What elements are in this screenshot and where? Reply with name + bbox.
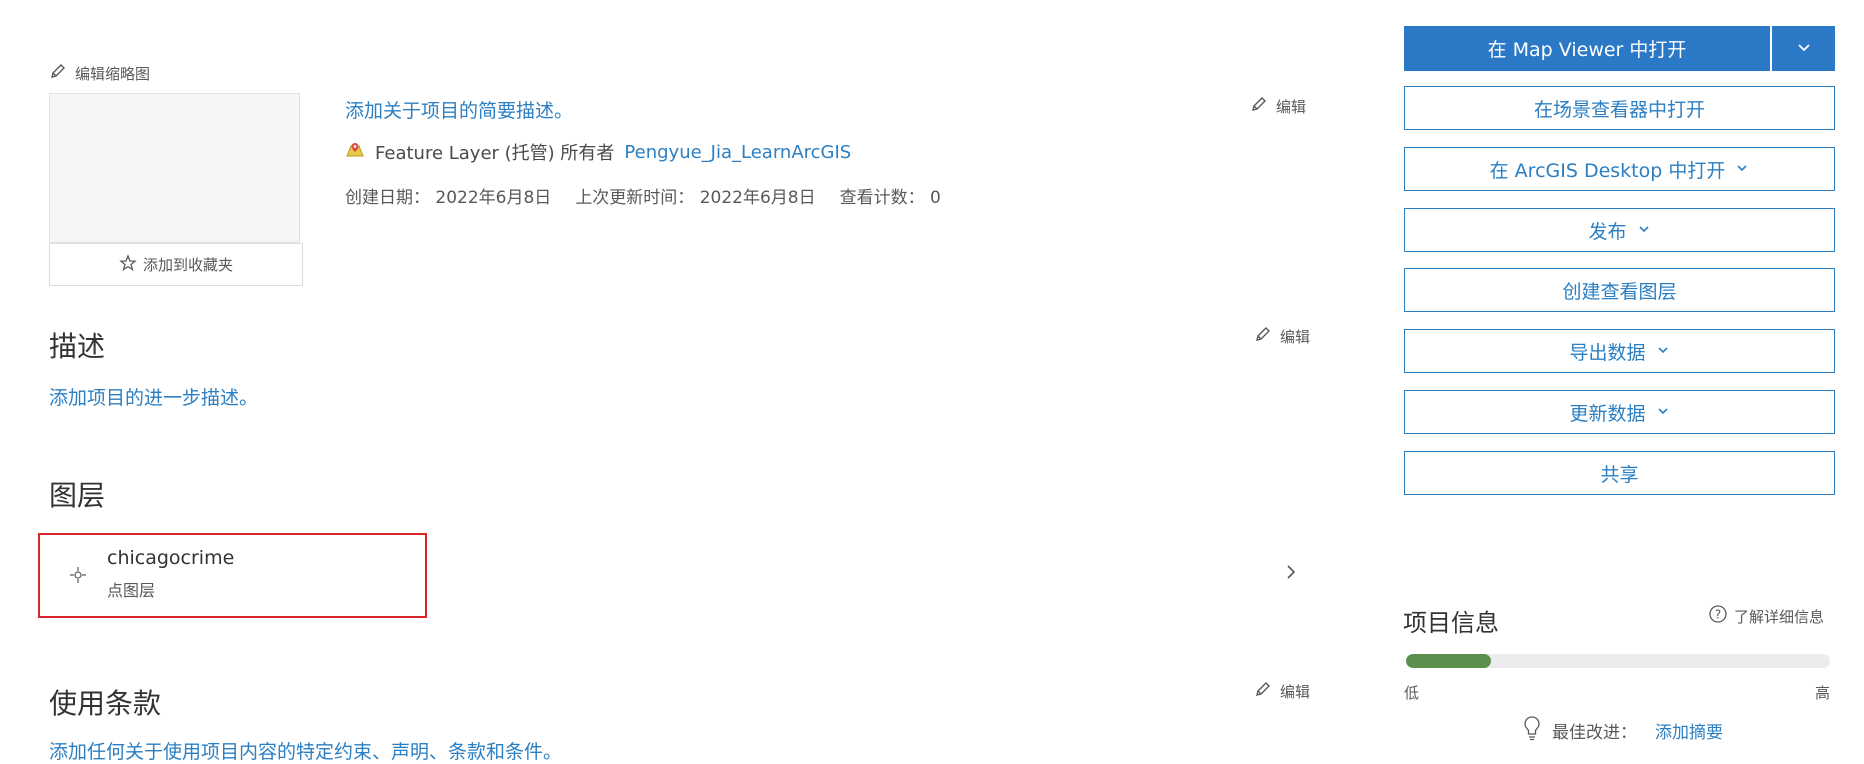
chevron-down-icon xyxy=(1796,39,1812,58)
edit-description-button[interactable]: 编辑 xyxy=(1254,325,1310,347)
edit-label: 编辑 xyxy=(1280,327,1311,346)
lightbulb-icon xyxy=(1522,715,1542,746)
open-in-arcgis-desktop-button[interactable]: 在 ArcGIS Desktop 中打开 xyxy=(1404,147,1835,191)
item-dates-row: 创建日期： 2022年6月8日 上次更新时间： 2022年6月8日 查看计数： … xyxy=(345,183,941,208)
best-improvement-label: 最佳改进： xyxy=(1552,723,1637,743)
chevron-down-icon xyxy=(1656,340,1670,362)
created-date: 创建日期： 2022年6月8日 xyxy=(345,188,552,208)
star-icon xyxy=(119,253,137,276)
edit-thumbnail-button[interactable]: 编辑缩略图 xyxy=(49,62,150,84)
best-improvement-row: 最佳改进： 添加摘要 xyxy=(1522,715,1723,746)
publish-label: 发布 xyxy=(1588,220,1627,243)
edit-summary-button[interactable]: 编辑 xyxy=(1250,95,1306,117)
learn-more-link[interactable]: ? 了解详细信息 xyxy=(1708,604,1824,628)
progress-low-label: 低 xyxy=(1404,684,1420,702)
item-info-title: 项目信息 xyxy=(1403,609,1499,637)
item-info-progress-fill xyxy=(1406,654,1491,668)
chevron-down-icon xyxy=(1637,219,1651,241)
update-data-button[interactable]: 更新数据 xyxy=(1404,390,1835,434)
add-description-link[interactable]: 添加项目的进一步描述。 xyxy=(49,383,258,410)
layer-row[interactable]: chicagocrime 点图层 xyxy=(38,535,1328,615)
svg-text:?: ? xyxy=(1715,608,1721,622)
chevron-down-icon xyxy=(1656,401,1670,423)
open-in-map-viewer-button[interactable]: 在 Map Viewer 中打开 xyxy=(1404,26,1770,71)
layer-type: 点图层 xyxy=(107,581,156,600)
publish-button[interactable]: 发布 xyxy=(1404,208,1835,252)
map-viewer-dropdown-button[interactable] xyxy=(1772,26,1835,71)
favorite-label: 添加到收藏夹 xyxy=(142,256,233,274)
layer-name: chicagocrime xyxy=(107,547,235,569)
learn-more-label: 了解详细信息 xyxy=(1734,607,1825,626)
terms-title: 使用条款 xyxy=(49,687,162,720)
progress-high-label: 高 xyxy=(1815,684,1831,702)
description-title: 描述 xyxy=(49,330,106,363)
feature-layer-icon xyxy=(345,140,365,165)
create-view-layer-label: 创建查看图层 xyxy=(1562,280,1677,303)
edit-thumbnail-label: 编辑缩略图 xyxy=(75,64,151,83)
pencil-icon xyxy=(1254,325,1272,347)
item-info-progress-track xyxy=(1406,654,1830,668)
item-type-text: Feature Layer (托管) 所有者 xyxy=(375,143,615,164)
view-count: 查看计数： 0 xyxy=(839,188,941,208)
chevron-right-icon xyxy=(1284,563,1298,585)
help-icon: ? xyxy=(1708,604,1728,628)
chevron-down-icon xyxy=(1735,158,1749,180)
add-to-favorites-button[interactable]: 添加到收藏夹 xyxy=(49,243,303,286)
add-terms-link[interactable]: 添加任何关于使用项目内容的特定约束、声明、条款和条件。 xyxy=(49,737,562,764)
arcgis-desktop-label: 在 ArcGIS Desktop 中打开 xyxy=(1489,159,1726,182)
export-data-label: 导出数据 xyxy=(1569,341,1646,364)
scene-viewer-label: 在场景查看器中打开 xyxy=(1533,98,1705,121)
layers-title: 图层 xyxy=(49,479,106,512)
pencil-icon xyxy=(1250,95,1268,117)
thumbnail-image xyxy=(49,93,300,243)
add-summary-suggestion-link[interactable]: 添加摘要 xyxy=(1655,718,1723,743)
pencil-icon xyxy=(49,62,67,84)
share-button[interactable]: 共享 xyxy=(1404,451,1835,495)
update-data-label: 更新数据 xyxy=(1569,402,1646,425)
edit-terms-button[interactable]: 编辑 xyxy=(1254,680,1310,702)
owner-link[interactable]: Pengyue_Jia_LearnArcGIS xyxy=(624,142,851,163)
edit-label: 编辑 xyxy=(1280,682,1311,701)
updated-date: 上次更新时间： 2022年6月8日 xyxy=(575,188,816,208)
export-data-button[interactable]: 导出数据 xyxy=(1404,329,1835,373)
item-type-row: Feature Layer (托管) 所有者 Pengyue_Jia_Learn… xyxy=(345,139,851,165)
add-summary-link[interactable]: 添加关于项目的简要描述。 xyxy=(345,96,573,123)
edit-label: 编辑 xyxy=(1276,97,1307,116)
open-map-viewer-label: 在 Map Viewer 中打开 xyxy=(1487,39,1687,61)
point-layer-icon xyxy=(68,565,88,589)
share-label: 共享 xyxy=(1600,463,1639,486)
pencil-icon xyxy=(1254,680,1272,702)
open-in-scene-viewer-button[interactable]: 在场景查看器中打开 xyxy=(1404,86,1835,130)
create-view-layer-button[interactable]: 创建查看图层 xyxy=(1404,268,1835,312)
